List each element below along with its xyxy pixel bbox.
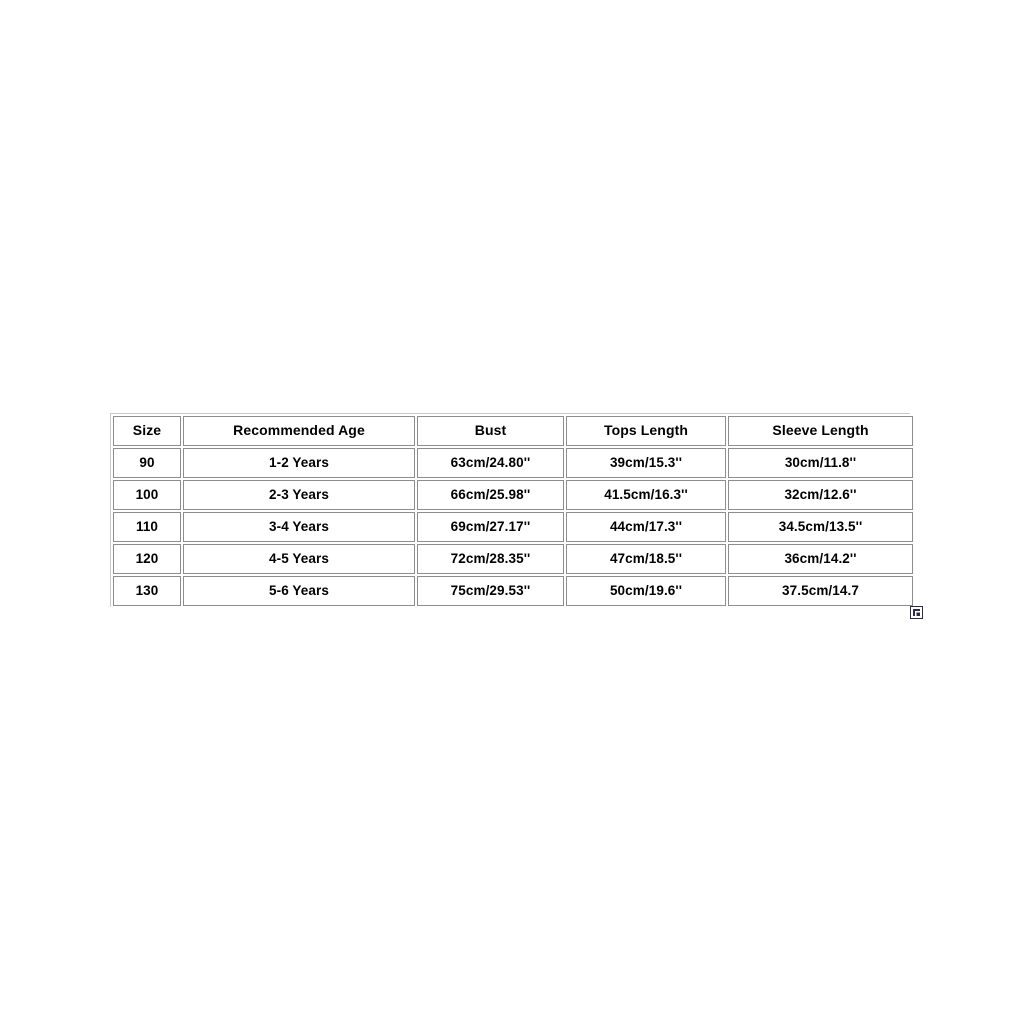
table-row: 130 5-6 Years 75cm/29.53'' 50cm/19.6'' 3… xyxy=(113,576,913,606)
cell-sleeve-length: 30cm/11.8'' xyxy=(728,448,913,478)
column-header-tops-length: Tops Length xyxy=(566,416,726,446)
cell-age: 4-5 Years xyxy=(183,544,415,574)
cell-size: 100 xyxy=(113,480,181,510)
table-row: 90 1-2 Years 63cm/24.80'' 39cm/15.3'' 30… xyxy=(113,448,913,478)
cell-bust: 69cm/27.17'' xyxy=(417,512,564,542)
table-row: 110 3-4 Years 69cm/27.17'' 44cm/17.3'' 3… xyxy=(113,512,913,542)
cell-tops-length: 41.5cm/16.3'' xyxy=(566,480,726,510)
table-row: 100 2-3 Years 66cm/25.98'' 41.5cm/16.3''… xyxy=(113,480,913,510)
cell-sleeve-length: 32cm/12.6'' xyxy=(728,480,913,510)
cell-size: 110 xyxy=(113,512,181,542)
cell-sleeve-length: 36cm/14.2'' xyxy=(728,544,913,574)
cell-tops-length: 50cm/19.6'' xyxy=(566,576,726,606)
table-row: 120 4-5 Years 72cm/28.35'' 47cm/18.5'' 3… xyxy=(113,544,913,574)
cell-tops-length: 47cm/18.5'' xyxy=(566,544,726,574)
resize-handle-icon[interactable] xyxy=(910,606,923,619)
cell-size: 120 xyxy=(113,544,181,574)
column-header-size: Size xyxy=(113,416,181,446)
table-header-row: Size Recommended Age Bust Tops Length Sl… xyxy=(113,416,913,446)
column-header-recommended-age: Recommended Age xyxy=(183,416,415,446)
cell-bust: 63cm/24.80'' xyxy=(417,448,564,478)
cell-age: 3-4 Years xyxy=(183,512,415,542)
column-header-bust: Bust xyxy=(417,416,564,446)
cell-tops-length: 39cm/15.3'' xyxy=(566,448,726,478)
cell-sleeve-length: 34.5cm/13.5'' xyxy=(728,512,913,542)
cell-bust: 75cm/29.53'' xyxy=(417,576,564,606)
cell-size: 130 xyxy=(113,576,181,606)
cell-bust: 72cm/28.35'' xyxy=(417,544,564,574)
cell-size: 90 xyxy=(113,448,181,478)
cell-age: 2-3 Years xyxy=(183,480,415,510)
cell-age: 1-2 Years xyxy=(183,448,415,478)
cell-sleeve-length: 37.5cm/14.7 xyxy=(728,576,913,606)
cell-age: 5-6 Years xyxy=(183,576,415,606)
column-header-sleeve-length: Sleeve Length xyxy=(728,416,913,446)
cell-bust: 66cm/25.98'' xyxy=(417,480,564,510)
size-chart-table: Size Recommended Age Bust Tops Length Sl… xyxy=(111,414,915,608)
size-chart-container: Size Recommended Age Bust Tops Length Sl… xyxy=(110,413,915,608)
cell-tops-length: 44cm/17.3'' xyxy=(566,512,726,542)
